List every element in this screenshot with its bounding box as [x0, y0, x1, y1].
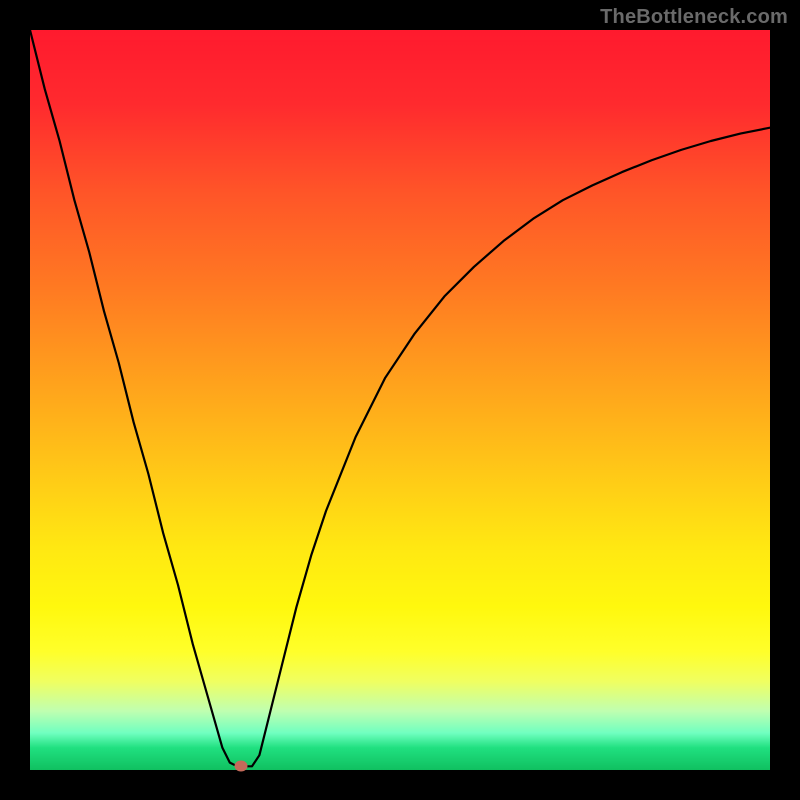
plot-area: [30, 30, 770, 770]
minimum-marker: [234, 761, 247, 772]
chart-container: TheBottleneck.com: [0, 0, 800, 800]
bottleneck-curve: [30, 30, 770, 770]
attribution-text: TheBottleneck.com: [600, 6, 788, 29]
